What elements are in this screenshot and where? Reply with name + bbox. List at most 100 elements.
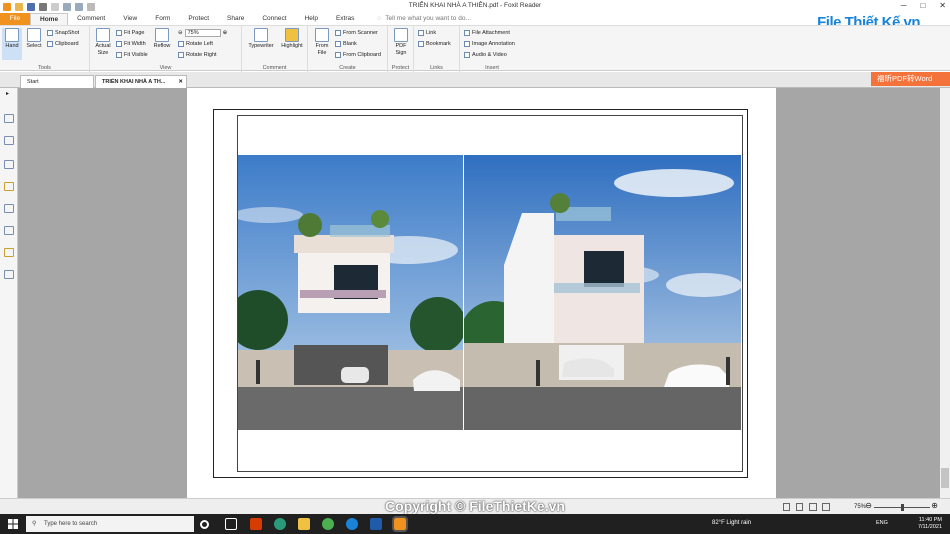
explorer-icon[interactable] [298,518,310,530]
menu-help[interactable]: Help [296,13,327,25]
zalo-icon[interactable] [346,518,358,530]
chrome-icon[interactable] [322,518,334,530]
windows-start-icon[interactable] [8,519,18,529]
zoom-select[interactable]: ⊖ 75% ⊕ [178,29,227,37]
menu-view[interactable]: View [114,13,146,25]
security-icon[interactable] [4,226,14,235]
clock-time: 11:40 PM [918,517,942,523]
group-view: Actual Size Fit Page Fit Width Fit Visib… [90,26,242,72]
search-placeholder: Type here to search [44,521,98,527]
menu-bar: File Home Comment View Form Protect Shar… [0,13,950,25]
image-icon [464,41,470,47]
image-annotation-button[interactable]: Image Annotation [464,41,515,47]
bookmarks-icon[interactable] [4,114,14,123]
layers-icon[interactable] [4,160,14,169]
pdf-to-word-banner[interactable]: 福昕PDF转Word [871,72,950,86]
clipboard-button[interactable]: Clipboard [47,41,79,47]
menu-form[interactable]: Form [146,13,179,25]
hand-button[interactable]: Hand [2,28,22,60]
pages-icon[interactable] [4,136,14,145]
menu-extras[interactable]: Extras [327,13,363,25]
from-clipboard-button[interactable]: From Clipboard [335,52,381,58]
fit-width-label: Fit Width [124,41,146,47]
menu-share[interactable]: Share [218,13,253,25]
group-comment: Typewriter Highlight Comment [242,26,308,72]
close-tab-icon[interactable]: ✕ [178,76,183,88]
actual-size-button[interactable]: Actual Size [93,28,113,57]
audio-video-button[interactable]: Audio & Video [464,52,507,58]
image-annotation-label: Image Annotation [472,41,515,47]
menu-comment[interactable]: Comment [68,13,114,25]
pdf-file-icon [315,28,329,42]
from-scanner-button[interactable]: From Scanner [335,30,378,36]
hand-label: Hand [5,43,19,49]
weather-widget[interactable]: 82°F Light rain [712,520,751,526]
file-attachment-button[interactable]: File Attachment [464,30,510,36]
vertical-scrollbar[interactable] [940,88,950,498]
bookmark-button[interactable]: Bookmark [418,41,451,47]
group-links-label: Links [430,65,443,71]
paperclip-icon [464,30,470,36]
clipboard-icon [47,41,53,47]
pdf-sign-button[interactable]: PDF Sign [391,28,411,57]
tab-document[interactable]: TRIỂN KHAI NHÀ A TH... ✕ [95,75,187,88]
search-icon: ⚲ [32,521,37,527]
lightbulb-icon: ◌ [377,15,382,22]
document-viewer[interactable] [18,88,950,498]
select-button[interactable]: Select [24,28,44,50]
zoom-out-icon[interactable]: ⊖ [178,30,183,36]
reflow-button[interactable]: Reflow [152,28,172,50]
fit-width-button[interactable]: Fit Width [116,41,146,47]
cortana-icon[interactable] [200,520,209,529]
blank-page-icon [335,41,341,47]
group-comment-label: Comment [262,65,287,71]
language-indicator[interactable]: ENG [876,520,888,526]
highlight-icon [285,28,299,42]
rotate-left-button[interactable]: Rotate Left [178,41,213,47]
fit-visible-button[interactable]: Fit Visible [116,52,148,58]
snapshot-button[interactable]: SnapShot [47,30,79,36]
fit-page-button[interactable]: Fit Page [116,30,144,36]
rotate-right-icon [178,52,184,58]
bookmark-label: Bookmark [426,41,451,47]
comments-icon[interactable] [4,182,14,191]
scanner-icon [335,30,341,36]
house-render-angle [464,155,741,430]
edge-icon[interactable] [274,518,286,530]
scrollbar-thumb[interactable] [941,468,949,488]
hand-icon [5,28,19,42]
link-button[interactable]: Link [418,30,436,36]
lock-icon[interactable] [4,248,14,257]
office-icon[interactable] [250,518,262,530]
clipboard-label: Clipboard [55,41,79,47]
foxit-taskbar-icon[interactable] [392,516,408,532]
typewriter-button[interactable]: Typewriter [246,28,276,50]
revit-icon[interactable] [370,518,382,530]
signature-icon[interactable] [4,270,14,279]
highlight-button[interactable]: Highlight [279,28,305,50]
menu-home[interactable]: Home [30,13,69,25]
link-label: Link [426,30,437,36]
close-icon[interactable]: ✕ [939,1,946,10]
maximize-icon[interactable]: □ [920,1,925,10]
attachments-icon[interactable] [4,204,14,213]
zoom-in-icon[interactable]: ⊕ [223,30,228,36]
system-clock[interactable]: 11:40 PM 7/11/2021 [918,517,942,531]
rotate-right-button[interactable]: Rotate Right [178,52,217,58]
tell-me-search[interactable]: ◌ Tell me what you want to do... [363,13,471,25]
taskbar-search-box[interactable]: ⚲ Type here to search [26,516,194,532]
tab-document-label: TRIỂN KHAI NHÀ A TH... [102,79,166,85]
zoom-value[interactable]: 75% [184,29,221,37]
highlight-label: Highlight [281,43,303,49]
menu-file[interactable]: File [0,13,30,25]
menu-connect[interactable]: Connect [253,13,295,25]
typewriter-label: Typewriter [248,43,274,49]
expand-panel-icon[interactable]: ▸ [6,90,9,97]
tab-start[interactable]: Start [20,75,94,88]
rotate-left-icon [178,41,184,47]
minimize-icon[interactable]: ─ [901,1,907,10]
menu-protect[interactable]: Protect [179,13,218,25]
task-view-icon[interactable] [225,518,237,530]
from-file-button[interactable]: From File [312,28,332,57]
blank-button[interactable]: Blank [335,41,357,47]
